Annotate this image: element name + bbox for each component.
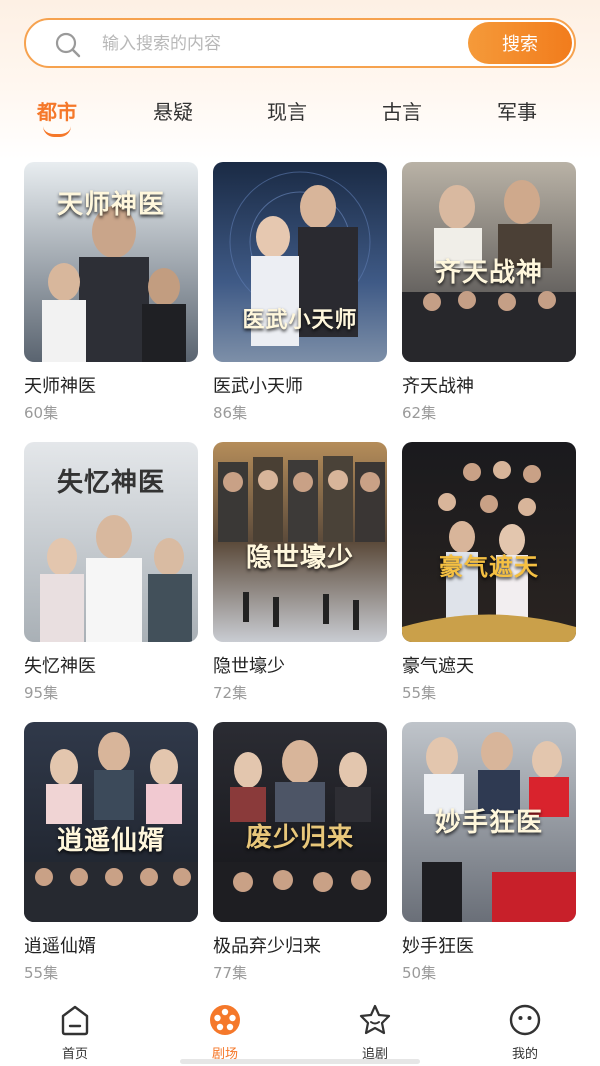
drama-poster[interactable]: 医武小天师 xyxy=(213,162,387,362)
drama-card[interactable]: 隐世壕少 隐世壕少 72集 xyxy=(213,442,387,702)
episode-count: 50集 xyxy=(402,964,437,982)
poster-title: 废少归来 xyxy=(245,823,354,853)
tab-junshi[interactable]: 军事 xyxy=(477,96,557,125)
nav-item-theater[interactable]: 剧场 xyxy=(185,1002,265,1062)
episode-count: 86集 xyxy=(213,404,248,422)
drama-title: 医武小天师 xyxy=(213,376,303,397)
tab-xianyan[interactable]: 现言 xyxy=(247,96,327,125)
drama-poster[interactable]: 天师神医 xyxy=(24,162,198,362)
drama-title: 隐世壕少 xyxy=(213,656,285,677)
poster-title: 齐天战神 xyxy=(434,258,543,288)
drama-title: 逍遥仙婿 xyxy=(24,936,96,957)
poster-title: 妙手狂医 xyxy=(434,808,543,838)
search-button[interactable]: 搜索 xyxy=(468,22,572,64)
search-icon xyxy=(55,32,81,58)
episode-count: 95集 xyxy=(24,684,59,702)
face-icon xyxy=(509,1004,541,1036)
tab-label: 现言 xyxy=(267,100,307,124)
drama-poster[interactable]: 逍遥仙婿 xyxy=(24,722,198,922)
episode-count: 55集 xyxy=(402,684,437,702)
poster-title: 豪气遮天 xyxy=(439,552,539,581)
tab-dushi[interactable]: 都市 xyxy=(17,96,97,137)
drama-poster[interactable]: 豪气遮天 xyxy=(402,442,576,642)
home-icon xyxy=(61,1005,89,1036)
drama-title: 豪气遮天 xyxy=(402,656,474,677)
active-tab-indicator xyxy=(43,126,71,137)
drama-title: 妙手狂医 xyxy=(402,936,474,957)
drama-card[interactable]: 废少归来 极品弃少归来 77集 xyxy=(213,722,387,982)
poster-title: 失忆神医 xyxy=(56,468,165,498)
tab-label: 悬疑 xyxy=(153,100,193,124)
poster-title: 医武小天师 xyxy=(242,307,358,333)
bottom-nav: 首页 剧场 追剧 我的 xyxy=(0,996,600,1066)
nav-label: 首页 xyxy=(61,1047,88,1062)
drama-card[interactable]: 逍遥仙婿 逍遥仙婿 55集 xyxy=(24,722,198,982)
drama-title: 极品弃少归来 xyxy=(213,936,321,957)
episode-count: 72集 xyxy=(213,684,248,702)
drama-title: 天师神医 xyxy=(24,376,96,397)
tab-label: 古言 xyxy=(382,100,422,124)
poster-title: 逍遥仙婿 xyxy=(56,826,165,856)
episode-count: 55集 xyxy=(24,964,59,982)
nav-label: 我的 xyxy=(511,1047,538,1062)
episode-count: 60集 xyxy=(24,404,59,422)
category-tabs: 都市 悬疑 现言 古言 军事 xyxy=(0,96,600,140)
star-icon xyxy=(359,1004,391,1035)
drama-title: 齐天战神 xyxy=(402,376,474,397)
drama-poster[interactable]: 失忆神医 xyxy=(24,442,198,642)
film-reel-icon xyxy=(210,1005,240,1035)
poster-title: 天师神医 xyxy=(56,190,165,220)
tab-xuanyi[interactable]: 悬疑 xyxy=(133,96,213,125)
episode-count: 77集 xyxy=(213,964,248,982)
drama-card[interactable]: 天师神医 天师神医 60集 xyxy=(24,162,198,422)
nav-item-home[interactable]: 首页 xyxy=(35,1002,115,1062)
drama-poster[interactable]: 齐天战神 xyxy=(402,162,576,362)
search-bar[interactable]: 搜索 xyxy=(24,18,576,68)
search-input[interactable] xyxy=(100,28,484,60)
drama-card[interactable]: 妙手狂医 妙手狂医 50集 xyxy=(402,722,576,982)
tab-guyan[interactable]: 古言 xyxy=(362,96,442,125)
drama-card[interactable]: 失忆神医 失忆神医 95集 xyxy=(24,442,198,702)
drama-card[interactable]: 齐天战神 齐天战神 62集 xyxy=(402,162,576,422)
nav-item-mine[interactable]: 我的 xyxy=(485,1002,565,1062)
drama-title: 失忆神医 xyxy=(24,656,96,677)
tab-label: 都市 xyxy=(37,100,77,124)
tab-label: 军事 xyxy=(497,100,537,124)
drama-poster[interactable]: 废少归来 xyxy=(213,722,387,922)
episode-count: 62集 xyxy=(402,404,437,422)
drama-card[interactable]: 医武小天师 医武小天师 86集 xyxy=(213,162,387,422)
home-indicator xyxy=(180,1059,420,1064)
drama-poster[interactable]: 妙手狂医 xyxy=(402,722,576,922)
nav-item-following[interactable]: 追剧 xyxy=(335,1002,415,1062)
drama-card[interactable]: 豪气遮天 豪气遮天 55集 xyxy=(402,442,576,702)
drama-poster[interactable]: 隐世壕少 xyxy=(213,442,387,642)
poster-title: 隐世壕少 xyxy=(245,543,354,573)
